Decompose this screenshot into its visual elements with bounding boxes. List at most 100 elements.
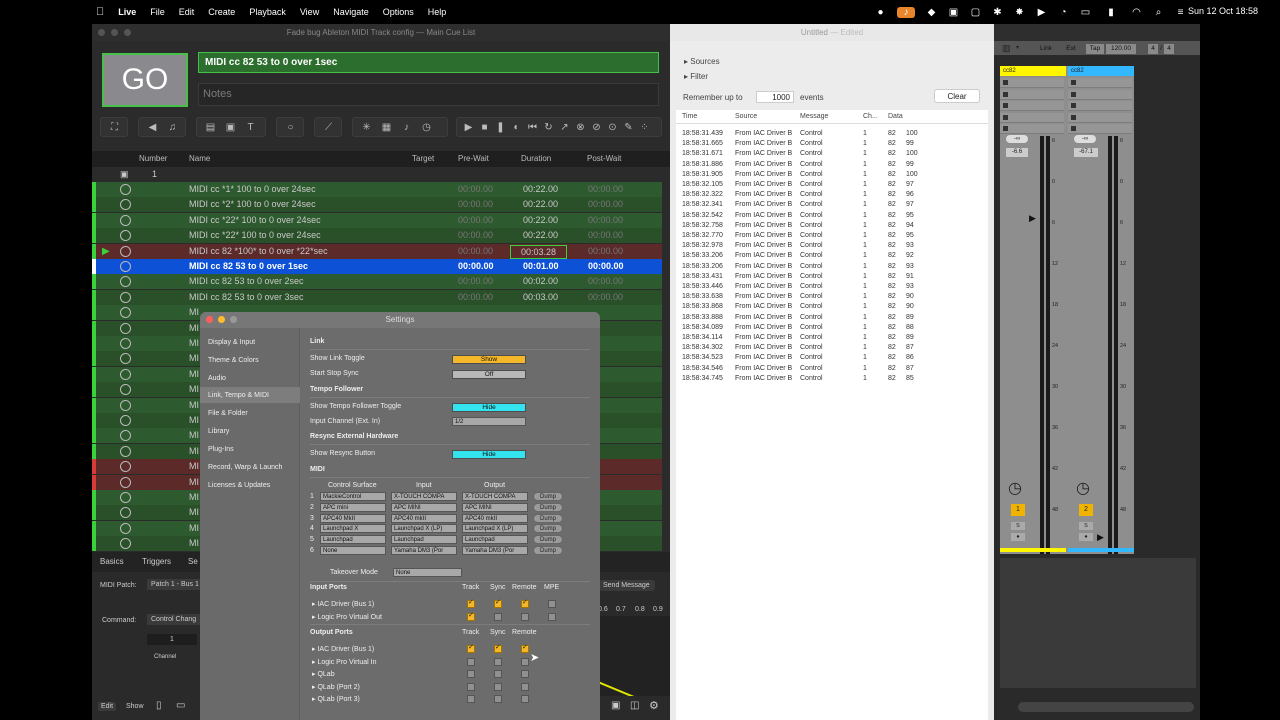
load-icon[interactable]: ◐ (511, 122, 522, 133)
network-icon[interactable]: ✳ (361, 122, 372, 133)
table-row[interactable]: MIDI cc 82 53 to 0 over 2sec 00:00.00 00:0… (92, 274, 662, 290)
clipboard-icon[interactable]: ▣ (948, 7, 959, 18)
settings-gear-icon[interactable]: ⚙ (649, 699, 659, 712)
col-duration[interactable]: Duration (521, 154, 551, 163)
col-postwait[interactable]: Post-Wait (587, 154, 621, 163)
grid-icon[interactable]: ⁘ (639, 122, 650, 133)
start-stop-sync-button[interactable]: Off (452, 370, 526, 379)
list-item[interactable]: 18:58:31.886 From IAC Driver B Control 1 82 9… (676, 161, 1000, 171)
sync-checkbox[interactable] (494, 695, 502, 704)
minimize-button[interactable] (218, 316, 225, 323)
microphone-icon[interactable]: ♪ (897, 6, 915, 18)
table-row[interactable]: MIDI cc *22* 100 to 0 over 24sec 00:00.00… (92, 228, 662, 244)
list-item[interactable]: 18:58:33.868 From IAC Driver B Control 1 82 9… (676, 303, 1000, 313)
list-item[interactable]: 18:58:34.523 From IAC Driver B Control 1 82 8… (676, 354, 1000, 364)
list-item[interactable]: 18:58:32.542 From IAC Driver B Control 1 82 9… (676, 212, 1000, 222)
clip-slot[interactable] (1000, 78, 1064, 88)
filter-disclosure[interactable]: ▸ Filter (684, 72, 708, 81)
track-checkbox[interactable]: ✓ (467, 644, 475, 653)
timecode-icon[interactable]: ◷ (421, 122, 432, 133)
track-1-fader[interactable]: ▶ (1029, 213, 1036, 224)
track-checkbox[interactable]: ✓ (467, 612, 475, 621)
menu-file[interactable]: File (150, 7, 165, 17)
col-data[interactable]: Data (888, 113, 903, 120)
remote-checkbox[interactable] (521, 682, 529, 691)
inspector-toggle-icon[interactable]: ▣ (611, 700, 620, 711)
list-item[interactable]: 18:58:33.888 From IAC Driver B Control 1 82 8… (676, 314, 1000, 324)
track-checkbox[interactable] (467, 682, 475, 691)
view-chevron-icon[interactable]: ▾ (1016, 44, 1019, 51)
input-select[interactable]: APC MINI (391, 502, 457, 512)
clip-slot[interactable] (1068, 78, 1132, 88)
show-mode-button[interactable]: Show (126, 703, 144, 710)
track-checkbox[interactable] (467, 657, 475, 666)
wait-icon[interactable]: ⊙ (607, 122, 618, 133)
menu-playback[interactable]: Playback (249, 7, 286, 17)
port-row[interactable]: ▸ QLab (Port 2) (312, 683, 360, 691)
list-item[interactable]: 18:58:33.446 From IAC Driver B Control 1 82 9… (676, 283, 1000, 293)
arm-icon[interactable]: ⊘ (591, 122, 602, 133)
list-item[interactable]: 18:58:31.665 From IAC Driver B Control 1 82 9… (676, 140, 1000, 150)
menu-help[interactable]: Help (428, 7, 447, 17)
dump-button[interactable]: Dump (533, 535, 563, 545)
clip-slot[interactable] (1000, 101, 1064, 111)
view-toggle-icon[interactable]: ▥ (1002, 43, 1011, 54)
col-time[interactable]: Time (682, 113, 697, 120)
output-select[interactable]: APC MINI (462, 502, 528, 512)
output-select[interactable]: Launchpad X (LP) (462, 524, 528, 534)
menu-options[interactable]: Options (383, 7, 414, 17)
sidebar-item-record[interactable]: Record, Warp & Launch (208, 464, 282, 471)
output-select[interactable]: Launchpad (462, 535, 528, 545)
sidebar-item-library[interactable]: Library (208, 428, 229, 435)
show-link-toggle-button[interactable]: Show (452, 355, 526, 364)
track-2-arm[interactable]: ● (1079, 533, 1093, 541)
track-2-activator[interactable]: 2 (1079, 504, 1093, 516)
control-center-icon[interactable]: ≡ (1175, 7, 1186, 18)
control-surface-select[interactable]: APC40 MkII (320, 513, 386, 523)
dump-button[interactable]: Dump (533, 492, 563, 501)
track-2-pan-knob[interactable]: ◷ (1076, 478, 1090, 498)
input-select[interactable]: Launchpad (391, 535, 457, 545)
command-select[interactable]: Control Chang (147, 614, 207, 625)
port-row[interactable]: ▸ IAC Driver (Bus 1) (312, 600, 374, 608)
menu-edit[interactable]: Edit (179, 7, 195, 17)
list-item[interactable]: 18:58:34.302 From IAC Driver B Control 1 82 8… (676, 344, 1000, 354)
fade-icon[interactable]: ⟋ (323, 122, 334, 133)
close-button[interactable] (206, 316, 213, 323)
control-surface-select[interactable]: None (320, 546, 386, 555)
apple-menu-icon[interactable]:  (96, 6, 104, 18)
control-surface-select[interactable]: MackieControl (320, 492, 386, 501)
table-row[interactable]: MIDI cc *22* 100 to 0 over 24sec 00:00.00… (92, 212, 662, 228)
table-row[interactable]: MIDI cc 82 *100* to 0 over *22*sec 00:00.… (92, 243, 662, 259)
col-prewait[interactable]: Pre-Wait (458, 154, 489, 163)
reset-icon[interactable]: ⏮ (527, 122, 538, 133)
port-row[interactable]: ▸ Logic Pro Virtual In (312, 658, 376, 666)
zoom-button[interactable] (124, 29, 131, 36)
remote-checkbox[interactable] (521, 657, 529, 666)
tab-triggers[interactable]: Triggers (142, 557, 171, 566)
remote-checkbox[interactable] (521, 612, 529, 621)
col-channel[interactable]: Ch... (863, 113, 878, 120)
list-item[interactable]: 18:58:33.206 From IAC Driver B Control 1 82 9… (676, 263, 1000, 273)
track-2-sends[interactable]: -∞ (1074, 135, 1096, 143)
menu-create[interactable]: Create (208, 7, 235, 17)
port-row[interactable]: ▸ IAC Driver (Bus 1) (312, 645, 374, 653)
track-checkbox[interactable] (467, 670, 475, 679)
send-message-button[interactable]: Send Message (598, 580, 655, 591)
app-menu[interactable]: Live (118, 7, 136, 17)
dump-button[interactable]: Dump (533, 502, 563, 512)
zoom-button[interactable] (230, 316, 237, 323)
dump-button[interactable]: Dump (533, 513, 563, 523)
menu-navigate[interactable]: Navigate (333, 7, 369, 17)
list-item[interactable]: 18:58:34.089 From IAC Driver B Control 1 82 8… (676, 324, 1000, 334)
port-row[interactable]: ▸ Logic Pro Virtual Out (312, 613, 382, 621)
col-name[interactable]: Name (189, 154, 210, 163)
output-select[interactable]: APC40 mkII (462, 513, 528, 523)
track-1-pan-knob[interactable]: ◷ (1008, 478, 1022, 498)
track-checkbox[interactable]: ✓ (467, 599, 475, 608)
track-2-fader[interactable]: ▶ (1097, 532, 1104, 543)
list-item[interactable]: 18:58:32.770 From IAC Driver B Control 1 82 9… (676, 232, 1000, 242)
table-row[interactable]: MIDI cc *2* 100 to 0 over 24sec 00:00.00 0… (92, 197, 662, 213)
sync-checkbox[interactable]: ✓ (494, 644, 502, 653)
track-1-activator[interactable]: 1 (1011, 504, 1025, 516)
